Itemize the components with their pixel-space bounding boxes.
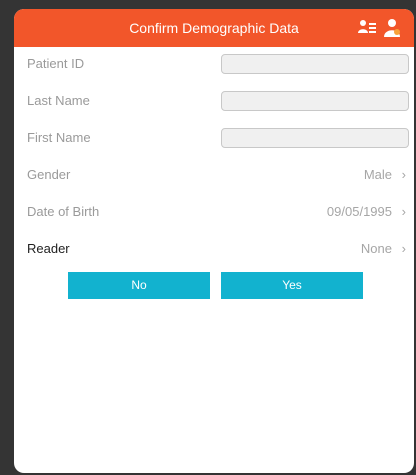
dialog-title: Confirm Demographic Data	[129, 20, 299, 36]
dob-row[interactable]: Date of Birth 09/05/1995 ›	[14, 193, 414, 230]
last-name-row: Last Name	[14, 82, 414, 119]
gender-label: Gender	[27, 167, 71, 182]
yes-button[interactable]: Yes	[221, 272, 363, 299]
chevron-right-icon: ›	[401, 204, 406, 219]
first-name-input[interactable]	[221, 128, 409, 148]
dialog-header: Confirm Demographic Data	[14, 9, 414, 47]
patient-list-icon[interactable]	[357, 18, 377, 38]
patient-id-input[interactable]	[221, 54, 409, 74]
dob-value: 09/05/1995	[326, 204, 392, 219]
reader-row[interactable]: Reader None ›	[14, 230, 414, 267]
reader-label: Reader	[27, 241, 70, 256]
last-name-input[interactable]	[221, 91, 409, 111]
patient-id-row: Patient ID	[14, 45, 414, 82]
person-icon[interactable]	[382, 18, 402, 38]
demographic-dialog: Confirm Demographic Data Patient ID Last…	[14, 9, 414, 473]
app-frame: Confirm Demographic Data Patient ID Last…	[0, 0, 416, 475]
gender-value: Male	[363, 167, 392, 182]
dob-label: Date of Birth	[27, 204, 100, 219]
first-name-row: First Name	[14, 119, 414, 156]
chevron-right-icon: ›	[401, 167, 406, 182]
last-name-label: Last Name	[27, 93, 90, 108]
first-name-label: First Name	[27, 130, 91, 145]
patient-id-label: Patient ID	[27, 56, 85, 71]
reader-value: None	[360, 241, 392, 256]
gender-row[interactable]: Gender Male ›	[14, 156, 414, 193]
chevron-right-icon: ›	[401, 241, 406, 256]
no-button[interactable]: No	[68, 272, 210, 299]
